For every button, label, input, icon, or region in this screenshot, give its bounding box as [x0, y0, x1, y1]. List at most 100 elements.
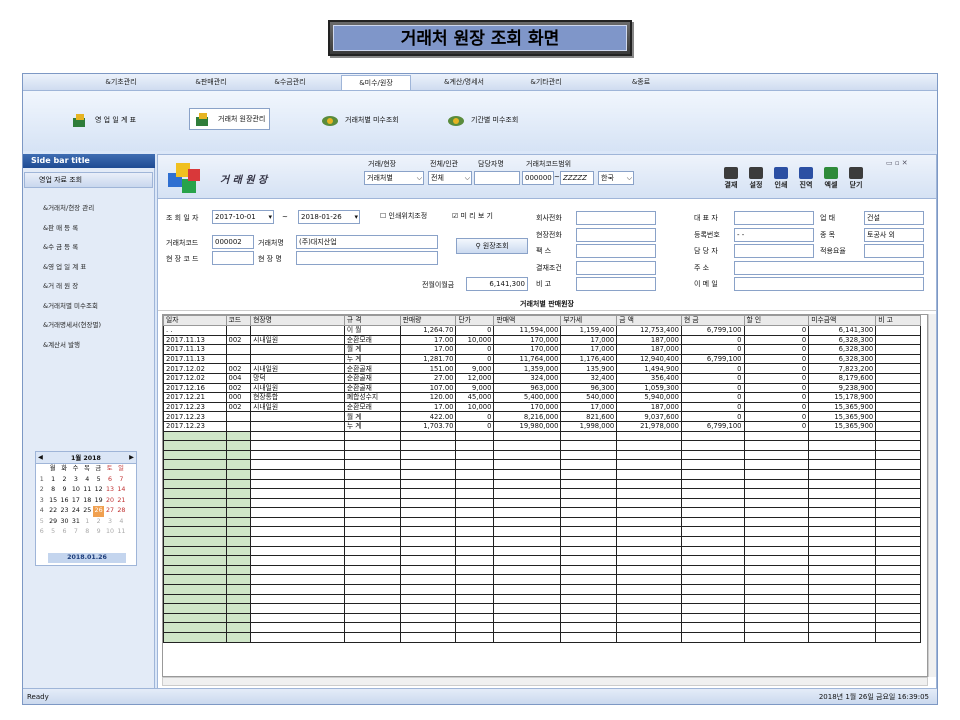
- table-row[interactable]: [163, 555, 921, 566]
- calendar-day[interactable]: 9: [59, 485, 70, 496]
- calendar-day[interactable]: 7: [70, 527, 81, 538]
- horizontal-scrollbar[interactable]: [162, 677, 928, 686]
- field-input[interactable]: - -: [734, 227, 814, 242]
- field-input[interactable]: [734, 277, 924, 291]
- field-input[interactable]: [734, 260, 924, 275]
- table-row[interactable]: 2017.12.23 002 시내일원 순환모래 17.00 10,000 170,000 1…: [163, 401, 921, 413]
- calendar-day[interactable]: 17: [70, 496, 81, 507]
- code-to-input[interactable]: ZZZZZ: [560, 171, 594, 185]
- sidebar-item-1[interactable]: &판 매 등 록: [43, 222, 78, 234]
- menu-3[interactable]: &미수/원장: [341, 75, 411, 90]
- next-month-icon[interactable]: ▶: [129, 454, 134, 461]
- menu-1[interactable]: &판매관리: [175, 75, 247, 90]
- field-input[interactable]: [734, 211, 814, 225]
- language-select[interactable]: 한국 ⌵: [598, 171, 634, 185]
- calendar-day[interactable]: 9: [93, 527, 104, 538]
- field-input[interactable]: [576, 227, 656, 242]
- sidebar-item-3[interactable]: &영 업 일 계 표: [43, 261, 86, 273]
- table-row[interactable]: [163, 632, 921, 643]
- column-header[interactable]: 비 고: [875, 315, 921, 326]
- filter-type-select[interactable]: 거래처별 ⌵: [364, 171, 424, 185]
- preview-checkbox[interactable]: ☑ 미 리 보 기: [452, 211, 493, 221]
- calendar-day[interactable]: 31: [70, 517, 81, 528]
- column-header[interactable]: 판매량: [399, 315, 457, 326]
- column-header[interactable]: 할 인: [743, 315, 810, 326]
- menu-4[interactable]: &계산/명세서: [425, 75, 503, 90]
- sidebar-item-0[interactable]: &거래처/현장 관리: [43, 202, 94, 214]
- menu-2[interactable]: &수금관리: [257, 75, 323, 90]
- calendar-day[interactable]: 11: [82, 485, 93, 496]
- column-header[interactable]: 미수금액: [808, 315, 877, 326]
- table-row[interactable]: [163, 430, 921, 442]
- toolbar-btn-0[interactable]: 결재: [720, 165, 742, 193]
- menu-5[interactable]: &기타관리: [511, 75, 581, 90]
- toolbar-btn-3[interactable]: 진역: [795, 165, 817, 193]
- calendar-day[interactable]: 22: [47, 506, 58, 517]
- calendar-today[interactable]: 2018.01.26: [48, 553, 126, 563]
- calendar-day[interactable]: 6: [59, 527, 70, 538]
- sidebar-item-7[interactable]: &계산서 발행: [43, 339, 80, 351]
- window-controls[interactable]: ▭ ▫ ✕: [886, 159, 908, 167]
- calendar-day[interactable]: 4: [82, 475, 93, 486]
- calendar-day[interactable]: 16: [59, 496, 70, 507]
- calendar-day[interactable]: 12: [93, 485, 104, 496]
- print-adjust-checkbox[interactable]: ☐ 인쇄위치조정: [380, 211, 427, 221]
- table-row[interactable]: 2017.11.13 002 시내일원 순환모래 17.00 10,000 170,000 1…: [163, 334, 921, 346]
- table-row[interactable]: 2017.11.13 월 계 17.00 0 170,000 17,000 187,000 0…: [163, 344, 921, 355]
- table-row[interactable]: [163, 526, 921, 538]
- calendar-day[interactable]: 2: [93, 517, 104, 528]
- column-header[interactable]: 일자: [163, 315, 227, 326]
- calendar-day[interactable]: 3: [104, 517, 115, 528]
- site-name-input[interactable]: [296, 251, 438, 265]
- calendar-dropdown-icon[interactable]: ▾: [268, 211, 272, 223]
- menu-0[interactable]: &기초관리: [85, 75, 157, 90]
- table-row[interactable]: [163, 536, 921, 547]
- vertical-scrollbar[interactable]: [928, 314, 936, 677]
- calendar-day[interactable]: 5: [47, 527, 58, 538]
- calendar-day[interactable]: 3: [70, 475, 81, 486]
- sidebar-item-6[interactable]: &거래명세서(현장별): [43, 319, 101, 331]
- sidebar-group-header[interactable]: 영업 자료 조회: [24, 172, 153, 188]
- sidebar-item-5[interactable]: &거래처별 미수조회: [43, 300, 98, 312]
- calendar-day[interactable]: 1: [82, 517, 93, 528]
- column-header[interactable]: 판매액: [493, 315, 562, 326]
- calendar-day[interactable]: 15: [47, 496, 58, 507]
- table-row[interactable]: [163, 440, 921, 451]
- manager-input[interactable]: [474, 171, 520, 185]
- date-from-input[interactable]: 2017-10-01 ▾: [212, 210, 274, 224]
- table-row[interactable]: [163, 478, 921, 490]
- table-row[interactable]: [163, 459, 921, 470]
- calendar-day[interactable]: 25: [82, 506, 93, 517]
- sidebar-item-4[interactable]: &거 래 원 장: [43, 280, 78, 292]
- calendar-day[interactable]: 24: [70, 506, 81, 517]
- client-name-input[interactable]: (주)대지산업: [296, 235, 438, 249]
- table-row[interactable]: [163, 574, 921, 586]
- table-row[interactable]: 2017.12.02 002 시내일원 순환골재 151.00 9,000 1,359,00…: [163, 363, 921, 374]
- table-row[interactable]: [163, 622, 921, 633]
- table-row[interactable]: [163, 516, 921, 528]
- toolbar-btn-1[interactable]: 설정: [745, 165, 767, 193]
- table-row[interactable]: [163, 564, 921, 576]
- date-to-input[interactable]: 2018-01-26 ▾: [298, 210, 360, 224]
- prev-month-icon[interactable]: ◀: [38, 454, 43, 461]
- calendar-day[interactable]: 27: [104, 506, 115, 517]
- calendar-day[interactable]: 7: [116, 475, 127, 486]
- field-input[interactable]: [864, 244, 924, 258]
- calendar-day[interactable]: 8: [47, 485, 58, 496]
- table-row[interactable]: [163, 507, 921, 518]
- toolbar-btn-5[interactable]: 닫기: [845, 165, 867, 193]
- ribbon-daily-report[interactable]: 영 업 일 계 표: [67, 109, 140, 131]
- calendar-day[interactable]: 14: [116, 485, 127, 496]
- calendar-day[interactable]: 1: [47, 475, 58, 486]
- field-input[interactable]: [576, 277, 656, 291]
- calendar-day[interactable]: 20: [104, 496, 115, 507]
- table-row[interactable]: [163, 612, 921, 624]
- toolbar-btn-4[interactable]: 엑셀: [820, 165, 842, 193]
- table-row[interactable]: 2017.12.21 000 현장통합 폐합성수지 120.00 45,000 5,400,…: [163, 392, 921, 403]
- menu-6[interactable]: &종료: [615, 75, 667, 90]
- table-row[interactable]: 2017.12.23 월 계 422.00 0 8,216,000 821,600 9,03…: [163, 411, 921, 422]
- field-input[interactable]: 건설: [864, 211, 924, 225]
- column-header[interactable]: 코드: [225, 315, 252, 326]
- calendar-day[interactable]: 28: [116, 506, 127, 517]
- column-header[interactable]: 현 금: [680, 315, 745, 326]
